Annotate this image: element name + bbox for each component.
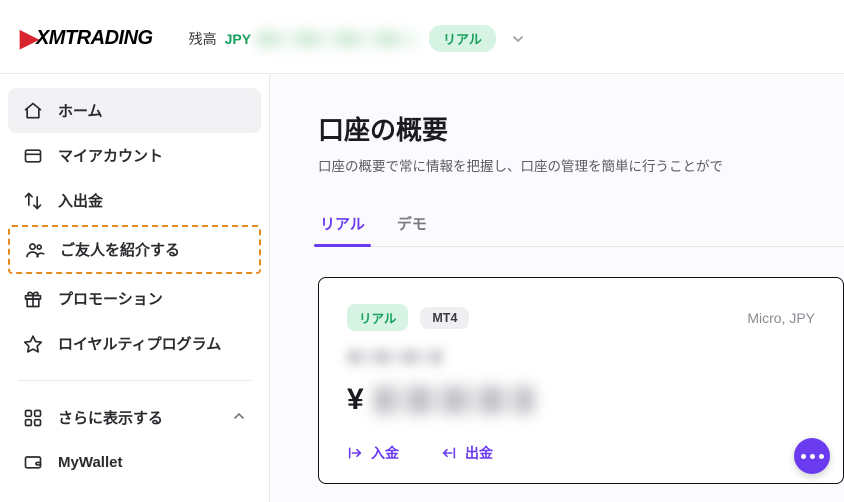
star-icon bbox=[22, 334, 44, 354]
sidebar-item-label: ホーム bbox=[58, 100, 103, 121]
logo-text: XMTRADING bbox=[36, 27, 153, 50]
withdraw-icon bbox=[441, 445, 457, 461]
withdraw-button[interactable]: 出金 bbox=[441, 443, 493, 463]
main-content: 口座の概要 口座の概要で常に情報を把握し、口座の管理を簡単に行うことがで リアル… bbox=[270, 74, 844, 502]
account-dropdown-toggle[interactable] bbox=[510, 31, 526, 47]
sidebar-item-my-account[interactable]: マイアカウント bbox=[8, 133, 261, 178]
sidebar: ホーム マイアカウント 入出金 ご友人を紹介する プロモーション bbox=[0, 74, 270, 502]
currency-symbol: ¥ bbox=[347, 383, 364, 417]
account-card-header: リアル MT4 Micro, JPY bbox=[347, 304, 815, 331]
chevron-up-icon bbox=[231, 408, 247, 428]
account-meta: Micro, JPY bbox=[747, 310, 815, 326]
account-card: リアル MT4 Micro, JPY ¥ 入金 bbox=[318, 277, 844, 484]
sidebar-divider bbox=[18, 380, 251, 381]
ellipsis-icon bbox=[801, 454, 824, 459]
account-card-icon bbox=[22, 146, 44, 166]
sidebar-item-mywallet[interactable]: MyWallet bbox=[8, 440, 261, 484]
tab-demo[interactable]: デモ bbox=[395, 203, 429, 246]
account-type-tabs: リアル デモ bbox=[318, 203, 844, 247]
account-balance-redacted bbox=[374, 386, 534, 414]
pill-real: リアル bbox=[347, 304, 408, 331]
home-icon bbox=[22, 101, 44, 121]
page-subtitle: 口座の概要で常に情報を把握し、口座の管理を簡単に行うことがで bbox=[318, 155, 844, 175]
users-icon bbox=[24, 240, 46, 260]
sidebar-item-label: さらに表示する bbox=[58, 407, 163, 428]
more-actions-fab[interactable] bbox=[794, 438, 830, 474]
brand-logo: ▶ XMTRADING bbox=[20, 24, 153, 53]
sidebar-item-label: 入出金 bbox=[58, 190, 103, 211]
sidebar-item-label: MyWallet bbox=[58, 454, 122, 471]
tab-real[interactable]: リアル bbox=[318, 203, 367, 246]
pill-platform: MT4 bbox=[420, 307, 469, 329]
sidebar-item-home[interactable]: ホーム bbox=[8, 88, 261, 133]
deposit-button[interactable]: 入金 bbox=[347, 443, 399, 463]
balance-label: 残高 bbox=[189, 29, 217, 49]
balance-currency: JPY bbox=[225, 31, 251, 47]
account-id-redacted bbox=[347, 349, 443, 365]
page-title: 口座の概要 bbox=[318, 110, 844, 147]
gift-icon bbox=[22, 289, 44, 309]
transfer-icon bbox=[22, 191, 44, 211]
sidebar-item-loyalty[interactable]: ロイヤルティプログラム bbox=[8, 321, 261, 366]
deposit-icon bbox=[347, 445, 363, 461]
account-type-pill: リアル bbox=[429, 25, 496, 52]
sidebar-item-deposit-withdraw[interactable]: 入出金 bbox=[8, 178, 261, 223]
withdraw-label: 出金 bbox=[465, 443, 493, 463]
grid-icon bbox=[22, 408, 44, 428]
wallet-icon bbox=[22, 452, 44, 472]
sidebar-item-label: ご友人を紹介する bbox=[60, 239, 180, 260]
sidebar-item-refer-friend[interactable]: ご友人を紹介する bbox=[8, 225, 261, 274]
deposit-label: 入金 bbox=[371, 443, 399, 463]
sidebar-item-label: プロモーション bbox=[58, 288, 163, 309]
sidebar-item-show-more[interactable]: さらに表示する bbox=[8, 395, 261, 440]
account-balance-row: ¥ bbox=[347, 383, 815, 417]
sidebar-item-promotions[interactable]: プロモーション bbox=[8, 276, 261, 321]
balance-amount-redacted bbox=[257, 31, 417, 47]
header: ▶ XMTRADING 残高 JPY リアル bbox=[0, 0, 844, 74]
account-card-actions: 入金 出金 bbox=[347, 443, 815, 463]
sidebar-item-label: ロイヤルティプログラム bbox=[58, 333, 221, 354]
sidebar-item-label: マイアカウント bbox=[58, 145, 163, 166]
